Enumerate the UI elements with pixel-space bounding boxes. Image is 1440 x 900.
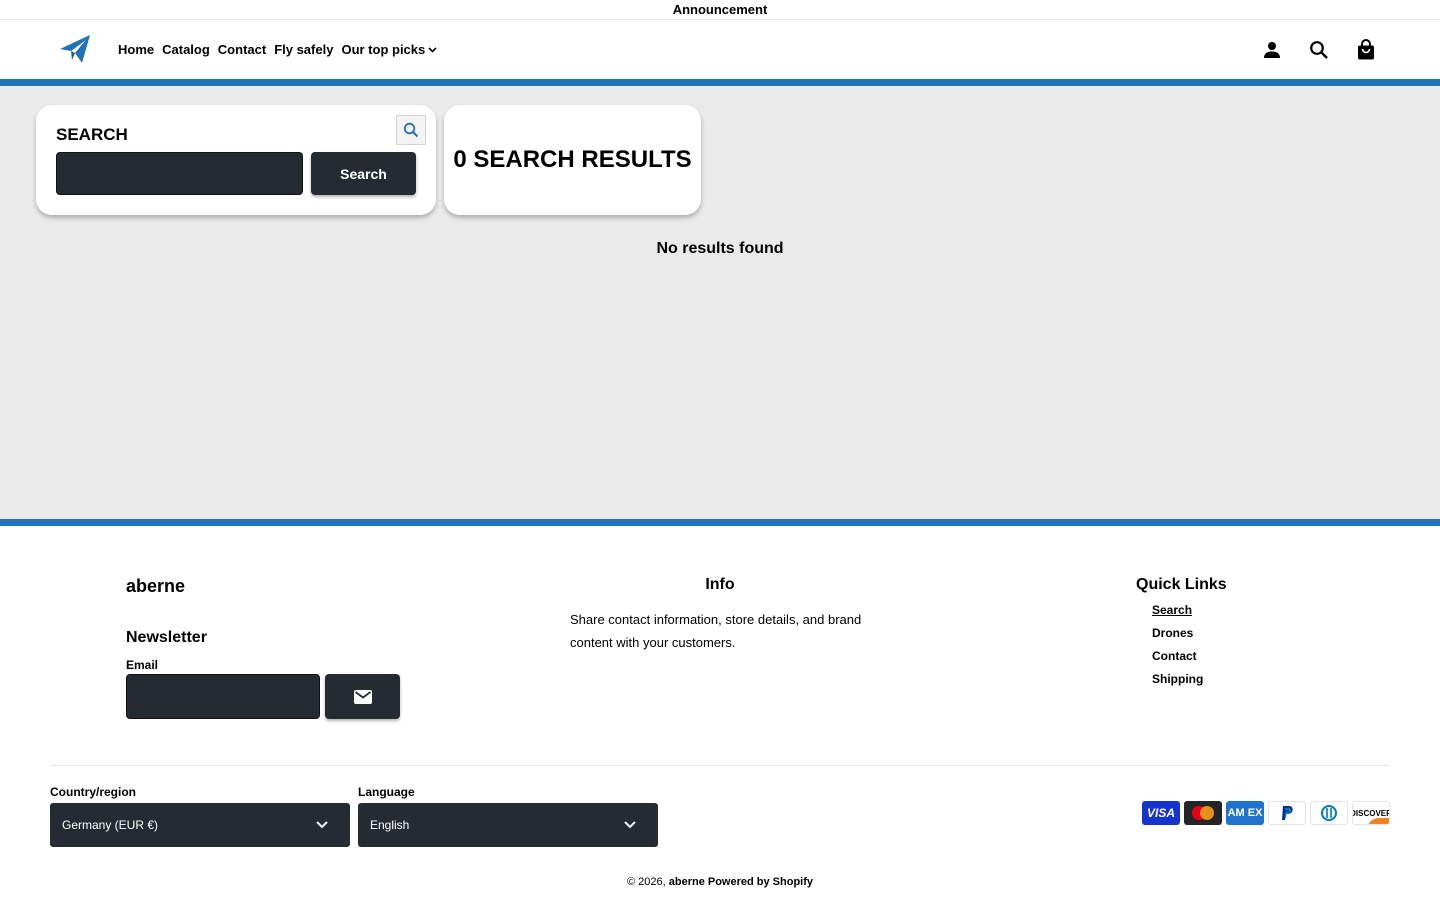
nav-our-top-picks-label: Our top picks	[341, 42, 426, 57]
search-icon[interactable]	[1307, 38, 1331, 62]
info-text: Share contact information, store details…	[570, 612, 862, 650]
quick-links-title: Quick Links	[1136, 576, 1227, 593]
search-button[interactable]: Search	[311, 152, 416, 195]
nav-fly-safely[interactable]: Fly safely	[274, 42, 333, 57]
results-count-title: 0 SEARCH RESULTS	[453, 146, 692, 173]
visa-icon: VISA	[1142, 801, 1180, 825]
search-page: SEARCH Search 0 SEARCH RESULTS No result…	[0, 86, 1440, 519]
powered-by-shopify-link[interactable]: Powered by Shopify	[708, 876, 813, 888]
mastercard-icon	[1184, 801, 1222, 825]
search-card: SEARCH Search	[36, 105, 436, 215]
country-label: Country/region	[50, 785, 136, 799]
header-accent-bar	[0, 79, 1440, 86]
amex-icon: AM EX	[1226, 801, 1264, 825]
copyright-prefix: © 2026,	[626, 876, 666, 888]
copyright-brand-link[interactable]: aberne	[669, 876, 705, 888]
quick-link-search[interactable]: Search	[1152, 603, 1203, 626]
email-label: Email	[126, 658, 159, 672]
announcement-text: Announcement	[672, 2, 768, 17]
nav-catalog[interactable]: Catalog	[162, 42, 210, 57]
diners-club-icon	[1310, 801, 1348, 825]
paper-plane-logo-icon[interactable]	[58, 32, 92, 66]
quick-link-shipping[interactable]: Shipping	[1152, 672, 1203, 695]
cart-icon[interactable]	[1354, 38, 1378, 62]
quick-link-drones[interactable]: Drones	[1152, 626, 1203, 649]
chevron-down-icon	[428, 46, 437, 53]
main-nav: Home Catalog Contact Fly safely Our top …	[118, 20, 445, 79]
info-title: Info	[705, 576, 735, 593]
no-results-message: No results found	[656, 240, 784, 257]
country-selector[interactable]: Germany (EUR €)	[50, 803, 350, 847]
discover-icon: DISCOVER	[1352, 801, 1390, 825]
envelope-icon	[353, 689, 372, 704]
newsletter-title: Newsletter	[126, 629, 207, 646]
nav-contact[interactable]: Contact	[218, 42, 266, 57]
header-actions	[1237, 38, 1378, 62]
newsletter-email-input[interactable]	[126, 674, 320, 719]
footer-brand: aberne	[126, 576, 186, 596]
newsletter-submit-button[interactable]	[325, 674, 400, 719]
chevron-down-icon	[316, 821, 328, 829]
search-title: SEARCH	[56, 125, 128, 144]
announcement-bar: Announcement	[0, 0, 1440, 20]
language-label: Language	[358, 785, 415, 799]
payment-icons: VISA AM EX DISCOVER	[1138, 801, 1390, 825]
magnifier-icon[interactable]	[396, 115, 426, 145]
copyright: © 2026, aberne Powered by Shopify	[0, 876, 1440, 888]
paypal-icon	[1268, 801, 1306, 825]
footer-accent-bar	[0, 519, 1440, 526]
language-selector[interactable]: English	[358, 803, 658, 847]
site-footer: aberne Newsletter Email Info Share conta…	[0, 526, 1440, 900]
country-value: Germany (EUR €)	[62, 818, 159, 832]
language-value: English	[370, 818, 410, 832]
footer-divider	[50, 765, 1390, 766]
nav-our-top-picks[interactable]: Our top picks	[341, 42, 437, 57]
quick-links-list: Search Drones Contact Shipping	[1152, 603, 1203, 695]
site-header: Home Catalog Contact Fly safely Our top …	[0, 20, 1440, 79]
chevron-down-icon	[624, 821, 636, 829]
nav-home[interactable]: Home	[118, 42, 154, 57]
search-input[interactable]	[56, 152, 303, 195]
account-icon[interactable]	[1260, 38, 1284, 62]
results-card: 0 SEARCH RESULTS	[444, 105, 701, 215]
quick-link-contact[interactable]: Contact	[1152, 649, 1203, 672]
